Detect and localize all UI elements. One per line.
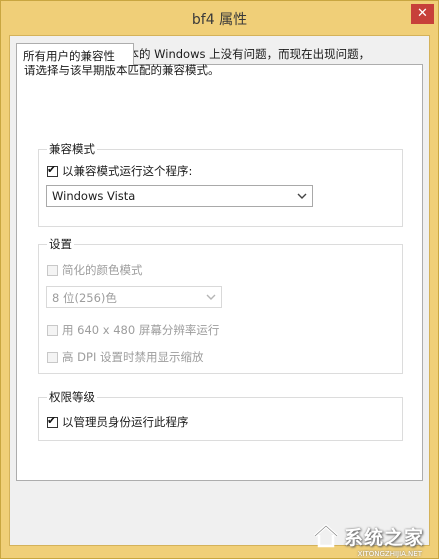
reduced-color-checkbox[interactable] xyxy=(47,264,58,276)
dpi-label: 高 DPI 设置时禁用显示缩放 xyxy=(62,350,204,364)
watermark: 系统之家 XITONGZHIJIA.NET xyxy=(312,522,424,558)
compat-os-value: Windows Vista xyxy=(52,189,136,203)
chevron-down-icon xyxy=(297,193,307,199)
compat-mode-checkbox[interactable]: ✔ xyxy=(47,162,58,177)
admin-checkbox[interactable]: ✔ xyxy=(47,413,58,428)
settings-title: 设置 xyxy=(47,236,74,252)
dpi-row[interactable]: 高 DPI 设置时禁用显示缩放 xyxy=(47,349,204,365)
privilege-title: 权限等级 xyxy=(47,389,97,405)
check-icon: ✔ xyxy=(47,413,57,427)
color-depth-value: 8 位(256)色 xyxy=(52,291,117,305)
chevron-down-icon xyxy=(206,294,216,300)
reduced-color-label: 简化的颜色模式 xyxy=(62,263,143,277)
compat-mode-title: 兼容模式 xyxy=(47,141,97,157)
compat-mode-row[interactable]: ✔ 以兼容模式运行这个程序: xyxy=(47,163,192,179)
check-icon: ✔ xyxy=(47,162,57,176)
close-icon: ✕ xyxy=(417,6,428,21)
properties-window: bf4 属性 ✕ 所有用户的兼容性 如果此程序在早期版本的 Windows 上没… xyxy=(0,0,439,559)
watermark-url: XITONGZHIJIA.NET xyxy=(357,550,422,558)
house-logo-icon xyxy=(313,524,338,548)
admin-row[interactable]: ✔ 以管理员身份运行此程序 xyxy=(47,414,189,430)
reduced-color-row[interactable]: 简化的颜色模式 xyxy=(47,262,143,278)
close-button[interactable]: ✕ xyxy=(411,4,434,24)
watermark-text: 系统之家 xyxy=(343,526,424,549)
color-depth-select[interactable]: 8 位(256)色 xyxy=(46,286,222,308)
resolution-checkbox[interactable] xyxy=(47,324,58,336)
compat-os-select[interactable]: Windows Vista xyxy=(46,185,313,207)
compat-mode-label: 以兼容模式运行这个程序: xyxy=(62,164,193,178)
resolution-row[interactable]: 用 640 x 480 屏幕分辨率运行 xyxy=(47,322,219,338)
admin-label: 以管理员身份运行此程序 xyxy=(62,415,189,429)
resolution-label: 用 640 x 480 屏幕分辨率运行 xyxy=(62,323,220,337)
window-title: bf4 属性 xyxy=(191,12,248,28)
title-bar[interactable]: bf4 属性 ✕ xyxy=(1,1,438,35)
tab-all-users-compatibility[interactable]: 所有用户的兼容性 xyxy=(16,43,134,65)
dpi-checkbox[interactable] xyxy=(47,351,58,363)
